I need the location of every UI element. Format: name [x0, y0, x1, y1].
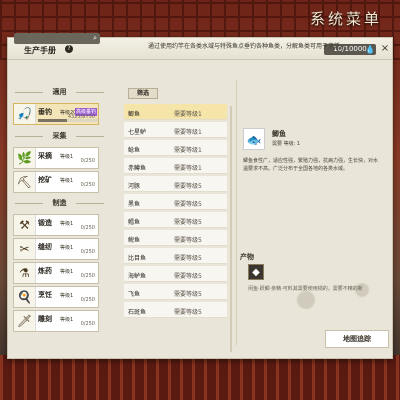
detail-description: 鲫鱼食性广，适应性强，繁殖力强，抗病力强，生长快，对水温要求不高。广泛分布于全国… [243, 158, 379, 172]
card-name: 挖矿 [38, 176, 52, 184]
item-name: 海鲈鱼 [128, 273, 147, 280]
list-item[interactable]: 鳕鱼 需要等级5 [124, 212, 227, 228]
mining-icon: ⛏ [14, 172, 36, 192]
list-item[interactable]: 鲫鱼 需要等级1 [124, 104, 227, 120]
card-level: 等级1 [60, 269, 74, 275]
search-icon: ⌕ [93, 34, 97, 42]
card-level: 等级1 [60, 154, 74, 160]
card-level: 等级1 [60, 245, 74, 251]
item-requirement: 需要等级1 [174, 111, 202, 118]
system-menu-title: 系统菜单 [309, 10, 382, 28]
item-name: 鲫鱼 [128, 111, 141, 118]
card-name: 缝纫 [38, 243, 52, 251]
card-name: 采摘 [38, 152, 52, 160]
card-progress-text: 0/250 [80, 321, 95, 327]
item-name: 石斑鱼 [128, 309, 147, 316]
card-fishing[interactable]: 🎣 垂钓 等级20 高级垂钓 4325/8750 [13, 103, 99, 125]
card-name: 锻造 [38, 219, 52, 227]
section-gathering: 采集 [9, 131, 110, 141]
list-item[interactable]: 黑鱼 需要等级5 [124, 194, 227, 210]
card-cooking[interactable]: 🍳 烹饪 等级1 0/250 [13, 286, 99, 308]
card-level: 等级1 [60, 221, 74, 227]
section-applicable: 適用 [9, 87, 110, 97]
forging-icon: ⚒ [14, 215, 36, 235]
list-item[interactable]: 比目鱼 需要等级5 [124, 248, 227, 264]
ink-sketch [250, 270, 390, 320]
item-requirement: 需要等级1 [174, 129, 202, 136]
list-item[interactable]: 鲵鱼 需要等级5 [124, 230, 227, 246]
railing [0, 355, 400, 400]
card-picking[interactable]: 🌿 采摘 等级1 0/250 [13, 147, 99, 169]
item-name: 赤鳟鱼 [128, 165, 147, 172]
list-item[interactable]: 石斑鱼 需要等级5 [124, 302, 227, 318]
card-level: 等级1 [60, 317, 74, 323]
item-requirement: 需要等级1 [174, 147, 202, 154]
list-item[interactable]: 河豚 需要等级5 [124, 176, 227, 192]
item-name: 黑鱼 [128, 201, 141, 208]
map-track-button[interactable]: 地图追踪 [325, 330, 389, 348]
product-label: 产物 [240, 253, 254, 261]
card-progress-text: 0/250 [80, 225, 95, 231]
card-progress-text: 0/250 [80, 273, 95, 279]
item-name: 河豚 [128, 183, 141, 190]
product-text: 闲鱼·跃鲫·亲精·可料其需要使用锅的，需要不精的新 [248, 286, 363, 292]
product-item-icon[interactable]: ◆ [248, 264, 264, 280]
list-scrollbar[interactable] [230, 106, 232, 352]
cooking-icon: 🍳 [14, 287, 36, 307]
card-progress-text: 0/250 [80, 158, 95, 164]
item-name: 鳕鱼 [128, 219, 141, 226]
fish-detail: 🐟 鲫鱼 需要 等级: 1 鲫鱼食性广，适应性强，繁殖力强，抗病力强，生长快，对… [240, 125, 378, 265]
item-name: 比目鱼 [128, 255, 147, 262]
card-name: 垂钓 [38, 108, 52, 116]
card-name: 炼药 [38, 267, 52, 275]
card-level: 等级1 [60, 293, 74, 299]
card-name: 烹饪 [38, 291, 52, 299]
card-mining[interactable]: ⛏ 挖矿 等级1 0/250 [13, 171, 99, 193]
item-requirement: 需要等级5 [174, 201, 202, 208]
item-name: 鲶鱼 [128, 147, 141, 154]
card-progress-text: 0/250 [80, 249, 95, 255]
alchemy-icon: ⚗ [14, 263, 36, 283]
item-requirement: 需要等级5 [174, 309, 202, 316]
item-name: 飞鱼 [128, 291, 141, 298]
card-name: 雕刻 [38, 315, 52, 323]
list-item[interactable]: 鲶鱼 需要等级1 [124, 140, 227, 156]
card-progress-bar [38, 119, 98, 122]
list-item[interactable]: 飞鱼 需要等级5 [124, 284, 227, 300]
close-button[interactable]: × [379, 43, 391, 55]
filter-tab[interactable]: 筛选 [128, 88, 158, 99]
item-requirement: 需要等级1 [174, 165, 202, 172]
detail-meta: 需要 等级: 1 [272, 141, 301, 147]
fish-list: 鲫鱼 需要等级1 七星鲈 需要等级1 鲶鱼 需要等级1 赤鳟鱼 需要等级1 河豚 需要等级… [124, 104, 230, 354]
card-alchemy[interactable]: ⚗ 炼药 等级1 0/250 [13, 262, 99, 284]
item-requirement: 需要等级5 [174, 219, 202, 226]
card-forging[interactable]: ⚒ 锻造 等级1 0/250 [13, 214, 99, 236]
skill-description-banner: 通过使用约竿在各类水域与特殊鱼点垂钓各种鱼类，分解鱼类可用于烹饪。 [147, 43, 346, 50]
item-requirement: 需要等级5 [174, 273, 202, 280]
item-requirement: 需要等级5 [174, 255, 202, 262]
list-item[interactable]: 七星鲈 需要等级1 [124, 122, 227, 138]
carving-icon: 🗡 [14, 311, 36, 331]
fish-icon: 🐟 [243, 128, 265, 150]
search-input[interactable]: ⌕ [14, 33, 100, 44]
sewing-icon: ✂ [14, 239, 36, 259]
picking-icon: 🌿 [14, 148, 36, 168]
card-carving[interactable]: 🗡 雕刻 等级1 0/250 [13, 310, 99, 332]
card-progress-text: 0/250 [80, 297, 95, 303]
divider [236, 80, 237, 345]
list-item[interactable]: 赤鳟鱼 需要等级1 [124, 158, 227, 174]
card-progress-text: 0/250 [80, 182, 95, 188]
category-sidebar: ⌕ 適用 🎣 垂钓 等级20 高级垂钓 4325/8750 采集 🌿 采摘 等级… [9, 28, 110, 332]
item-requirement: 需要等级5 [174, 183, 202, 190]
detail-name: 鲫鱼 [272, 130, 286, 138]
card-sewing[interactable]: ✂ 缝纫 等级1 0/250 [13, 238, 99, 260]
item-requirement: 需要等级5 [174, 291, 202, 298]
item-requirement: 需要等级5 [174, 237, 202, 244]
item-name: 七星鲈 [128, 129, 147, 136]
fishing-icon: 🎣 [14, 104, 36, 124]
list-item[interactable]: 海鲈鱼 需要等级5 [124, 266, 227, 282]
card-level: 等级1 [60, 178, 74, 184]
item-name: 鲵鱼 [128, 237, 141, 244]
section-crafting: 制造 [9, 198, 110, 208]
